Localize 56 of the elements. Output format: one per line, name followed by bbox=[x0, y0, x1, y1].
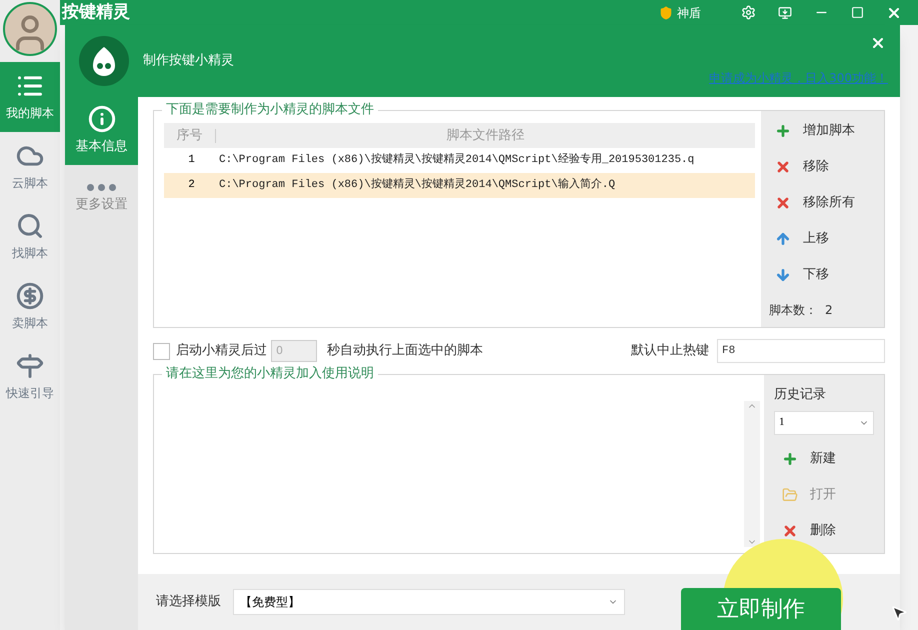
close-icon bbox=[782, 522, 798, 538]
count-label: 脚本数： bbox=[769, 302, 817, 319]
table-cell-text: 1 bbox=[187, 153, 196, 168]
scrollbar[interactable] bbox=[744, 401, 760, 547]
nav-tab[interactable]: 基本信息 bbox=[65, 97, 138, 165]
count-value: 2 bbox=[825, 302, 833, 319]
sidebar-item[interactable]: 卖脚本 bbox=[0, 272, 60, 342]
table-cell-text: C:\Program Files (x86)\按键精灵\按键精灵2014\QMScript\输入简介.Q bbox=[219, 177, 616, 194]
plus-icon bbox=[782, 450, 798, 466]
dollar-icon bbox=[16, 282, 44, 310]
hotkey-field[interactable]: F8 bbox=[717, 339, 885, 363]
checkbox-label: 启动小精灵后过 bbox=[176, 342, 267, 360]
sidebar-item[interactable]: 云脚本 bbox=[0, 132, 60, 202]
action-button[interactable]: 新建 bbox=[774, 440, 884, 476]
action-button[interactable]: 下移 bbox=[767, 257, 884, 293]
hotkey-label: 默认中止热键 bbox=[631, 342, 709, 360]
action-button[interactable]: 移除 bbox=[767, 149, 884, 185]
action-button[interactable]: 移除所有 bbox=[767, 185, 884, 221]
logo-icon bbox=[79, 36, 129, 86]
shield-icon[interactable] bbox=[659, 6, 673, 20]
app-title: 按键精灵 bbox=[62, 4, 130, 21]
checkbox[interactable] bbox=[153, 342, 170, 360]
template-label: 请选择模版 bbox=[156, 593, 221, 612]
signpost-icon bbox=[16, 352, 44, 380]
sidebar-item[interactable]: 找脚本 bbox=[0, 202, 60, 272]
action-button[interactable]: 删除 bbox=[774, 512, 884, 548]
table-row[interactable]: 1 C:\Program Files (x86)\按键精灵\按键精灵2014\QMScript\经验专用_20195301235.q bbox=[164, 148, 755, 173]
history-select[interactable]: 1 bbox=[774, 410, 874, 434]
close-icon bbox=[775, 195, 791, 211]
table-cell-text: C:\Program Files (x86)\按键精灵\按键精灵2014\QMScript\经验专用_20195301235.q bbox=[219, 152, 694, 168]
dots-icon bbox=[87, 184, 116, 191]
cursor-icon bbox=[890, 604, 908, 622]
auto-run-text: 秒自动执行上面选中的脚本 bbox=[327, 342, 483, 360]
folder-icon bbox=[782, 486, 798, 502]
screen-icon[interactable] bbox=[778, 6, 792, 20]
plus-icon bbox=[775, 123, 791, 139]
close-icon bbox=[775, 159, 791, 175]
info-icon bbox=[88, 105, 116, 134]
column-header: 序号 bbox=[164, 128, 216, 142]
table-row[interactable]: 2 C:\Program Files (x86)\按键精灵\按键精灵2014\QMScript\输入简介.Q bbox=[164, 173, 755, 198]
close-icon[interactable] bbox=[870, 35, 886, 51]
dialog-title: 制作按键小精灵 bbox=[143, 52, 234, 70]
maximize-icon[interactable] bbox=[851, 6, 864, 19]
table-cell-text: 2 bbox=[187, 178, 196, 194]
shield-label: 神盾 bbox=[677, 4, 701, 22]
search-icon bbox=[16, 212, 44, 240]
template-select[interactable]: 【免费型】 bbox=[233, 589, 625, 615]
sidebar-item[interactable]: 快速引导 bbox=[0, 342, 60, 412]
action-button[interactable]: 增加脚本 bbox=[767, 113, 884, 149]
action-button[interactable]: 上移 bbox=[767, 221, 884, 257]
sidebar-item[interactable]: 我的脚本 bbox=[0, 62, 60, 132]
history-label: 历史记录 bbox=[774, 386, 827, 404]
column-header: 脚本文件路径 bbox=[446, 126, 526, 145]
settings-icon[interactable] bbox=[741, 5, 756, 20]
arrow-up-icon bbox=[775, 231, 791, 247]
arrow-down-icon bbox=[775, 267, 791, 283]
